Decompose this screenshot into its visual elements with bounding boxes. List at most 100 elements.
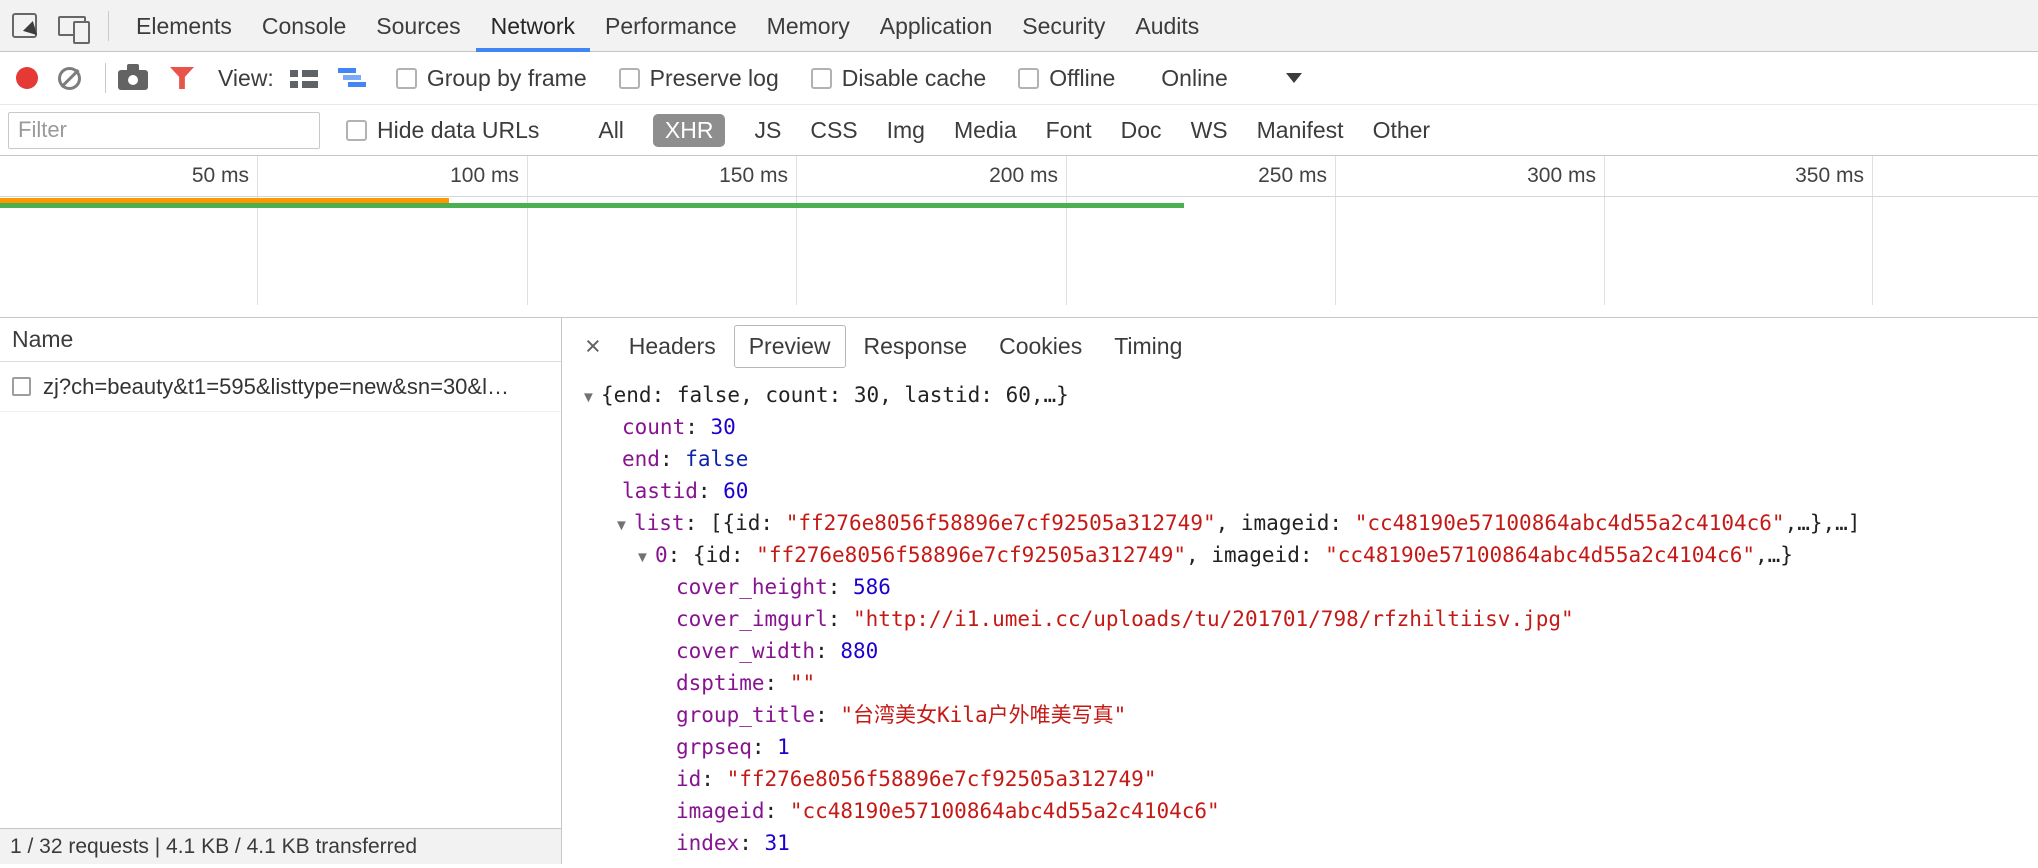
json-token-key: group_title (676, 703, 815, 727)
tab-performance[interactable]: Performance (590, 0, 752, 52)
json-token-key: imageid (676, 799, 765, 823)
request-row[interactable]: zj?ch=beauty&t1=595&listtype=new&sn=30&l… (0, 362, 561, 412)
capture-screenshots-button[interactable] (118, 70, 148, 90)
filter-type-media[interactable]: Media (954, 117, 1017, 144)
preserve-log-checkbox[interactable]: Preserve log (619, 65, 779, 92)
group-by-frame-checkbox[interactable]: Group by frame (396, 65, 587, 92)
json-token-plain: : (765, 671, 790, 695)
request-name[interactable]: zj?ch=beauty&t1=595&listtype=new&sn=30&l… (43, 374, 509, 400)
tab-network[interactable]: Network (476, 0, 590, 52)
tree-line[interactable]: grpseq: 1 (563, 731, 2038, 763)
inspect-element-button[interactable] (0, 0, 48, 52)
tree-line[interactable]: ▼list: [{id: "ff276e8056f58896e7cf92505a… (563, 507, 2038, 539)
hide-data-urls-checkbox[interactable]: Hide data URLs (346, 117, 539, 144)
filter-type-xhr[interactable]: XHR (653, 114, 726, 147)
tree-line[interactable]: cover_imgurl: "http://i1.umei.cc/uploads… (563, 603, 2038, 635)
tab-elements[interactable]: Elements (121, 0, 247, 52)
tab-audits[interactable]: Audits (1120, 0, 1214, 52)
filter-type-css[interactable]: CSS (810, 117, 857, 144)
tab-headers[interactable]: Headers (615, 326, 730, 367)
checkbox-icon[interactable] (811, 68, 832, 89)
filter-type-ws[interactable]: WS (1191, 117, 1228, 144)
tree-line[interactable]: group_title: "台湾美女Kila户外唯美写真" (563, 699, 2038, 731)
throttling-select[interactable]: Online (1161, 65, 1227, 92)
checkbox-label: Disable cache (842, 65, 986, 92)
json-token-plain: : [{id: (685, 511, 786, 535)
json-token-str: "cc48190e57100864abc4d55a2c4104c6" (1325, 543, 1755, 567)
tree-line[interactable]: lastid: 60 (563, 475, 2038, 507)
tab-sources[interactable]: Sources (361, 0, 475, 52)
tick-label: 50 ms (192, 164, 249, 188)
network-toolbar: View: Group by frame Preserve log Disabl… (0, 52, 2038, 105)
tree-line[interactable]: imageid: "cc48190e57100864abc4d55a2c4104… (563, 795, 2038, 827)
tree-line[interactable]: cover_width: 880 (563, 635, 2038, 667)
overview-waterfall-icon[interactable] (338, 67, 370, 89)
requests-summary: 1 / 32 requests | 4.1 KB / 4.1 KB transf… (10, 835, 417, 859)
json-token-key: list (634, 511, 685, 535)
checkbox-icon[interactable] (1018, 68, 1039, 89)
offline-checkbox[interactable]: Offline (1018, 65, 1115, 92)
gridline: 100 ms (527, 156, 528, 305)
disclosure-triangle-icon[interactable]: ▼ (614, 510, 634, 539)
tick-label: 100 ms (450, 164, 519, 188)
tree-line[interactable]: end: false (563, 443, 2038, 475)
json-token-key: cover_width (676, 639, 815, 663)
json-token-plain: , imageid: (1186, 543, 1325, 567)
tab-preview[interactable]: Preview (734, 325, 846, 368)
tree-line[interactable]: ▼0: {id: "ff276e8056f58896e7cf92505a3127… (563, 539, 2038, 571)
json-token-plain: : (752, 735, 777, 759)
filter-type-js[interactable]: JS (754, 117, 781, 144)
device-toolbar-button[interactable] (48, 0, 96, 52)
tree-line[interactable]: count: 30 (563, 411, 2038, 443)
tab-application[interactable]: Application (865, 0, 1008, 52)
checkbox-icon[interactable] (396, 68, 417, 89)
filter-type-manifest[interactable]: Manifest (1257, 117, 1344, 144)
json-token-plain: : (815, 703, 840, 727)
filter-input[interactable] (8, 112, 320, 149)
devtools-tab-bar: Elements Console Sources Network Perform… (0, 0, 2038, 52)
checkbox-label: Group by frame (427, 65, 587, 92)
checkbox-icon[interactable] (346, 120, 367, 141)
json-token-plain: : (701, 767, 726, 791)
tree-line[interactable]: ▼{end: false, count: 30, lastid: 60,…} (563, 379, 2038, 411)
filter-toggle-button[interactable] (170, 67, 194, 89)
filter-bar: Hide data URLs All XHR JS CSS Img Media … (0, 105, 2038, 156)
tree-line[interactable]: dsptime: "" (563, 667, 2038, 699)
filter-type-font[interactable]: Font (1046, 117, 1092, 144)
filter-type-doc[interactable]: Doc (1121, 117, 1162, 144)
tab-timing[interactable]: Timing (1100, 326, 1196, 367)
preview-tree: ▼{end: false, count: 30, lastid: 60,…}co… (563, 375, 2038, 859)
tab-cookies[interactable]: Cookies (985, 326, 1096, 367)
tree-line[interactable]: index: 31 (563, 827, 2038, 859)
disable-cache-checkbox[interactable]: Disable cache (811, 65, 986, 92)
tab-security[interactable]: Security (1007, 0, 1120, 52)
requests-panel: Name zj?ch=beauty&t1=595&listtype=new&sn… (0, 318, 562, 864)
tree-line[interactable]: id: "ff276e8056f58896e7cf92505a312749" (563, 763, 2038, 795)
filter-type-other[interactable]: Other (1373, 117, 1431, 144)
json-token-str: "台湾美女Kila户外唯美写真" (840, 703, 1126, 727)
tree-line[interactable]: cover_height: 586 (563, 571, 2038, 603)
gridline: 150 ms (796, 156, 797, 305)
clear-button[interactable] (58, 67, 81, 90)
large-request-rows-icon[interactable] (290, 67, 318, 89)
filter-type-all[interactable]: All (598, 117, 624, 144)
filter-type-img[interactable]: Img (887, 117, 925, 144)
tick-label: 150 ms (719, 164, 788, 188)
tab-memory[interactable]: Memory (752, 0, 865, 52)
json-token-plain: : (765, 799, 790, 823)
disclosure-triangle-icon[interactable]: ▼ (635, 542, 655, 571)
json-token-num: 30 (711, 415, 736, 439)
tab-console[interactable]: Console (247, 0, 361, 52)
record-button[interactable] (16, 67, 38, 89)
json-token-str: "cc48190e57100864abc4d55a2c4104c6" (1355, 511, 1785, 535)
network-overview-timeline[interactable]: 50 ms 100 ms 150 ms 200 ms 250 ms 300 ms… (0, 156, 2038, 318)
json-token-str: "ff276e8056f58896e7cf92505a312749" (727, 767, 1157, 791)
checkbox-icon[interactable] (619, 68, 640, 89)
close-icon[interactable]: × (573, 333, 613, 360)
json-token-key: id (676, 767, 701, 791)
disclosure-triangle-icon[interactable]: ▼ (581, 382, 601, 411)
tab-response[interactable]: Response (850, 326, 982, 367)
chevron-down-icon[interactable] (1286, 73, 1302, 83)
name-column-header[interactable]: Name (0, 318, 561, 362)
json-token-plain: ,…} (1755, 543, 1793, 567)
